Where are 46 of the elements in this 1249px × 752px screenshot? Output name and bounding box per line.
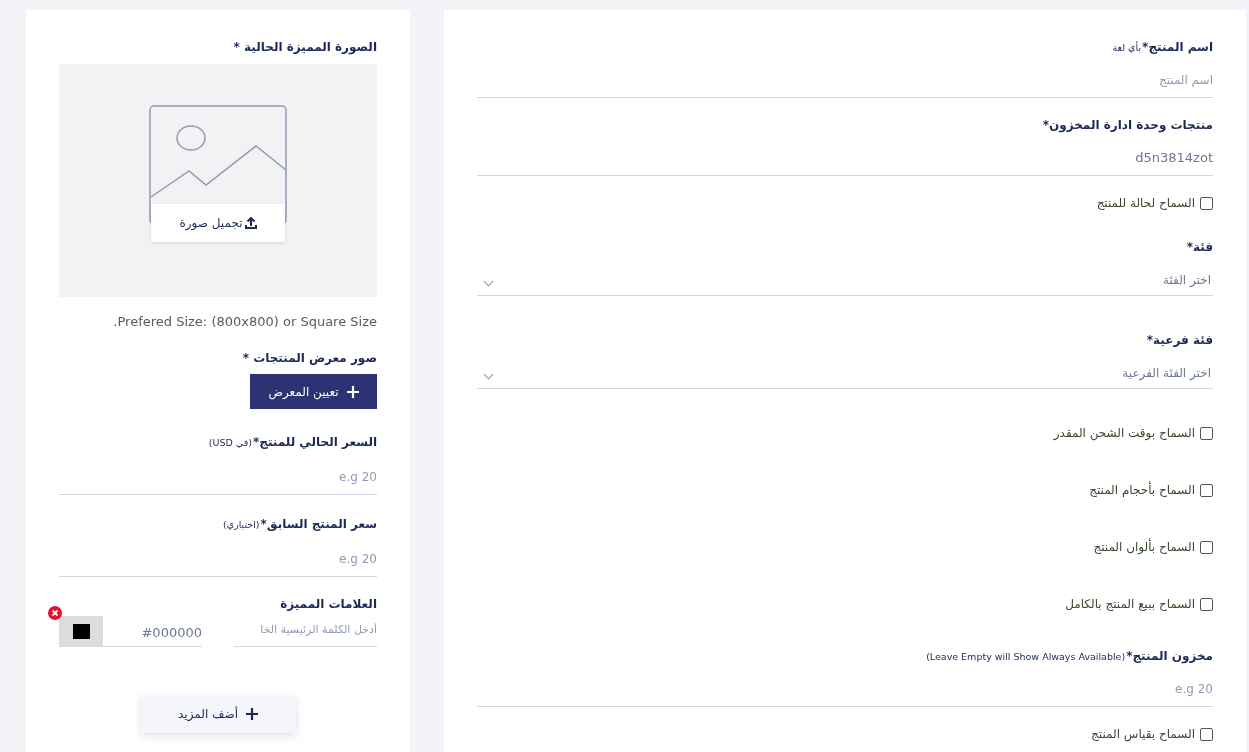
plus-icon (246, 708, 258, 720)
field-label: صور معرض المنتجات * (242, 351, 377, 365)
field-label: منتجات وحدة ادارة المخزون* (1042, 118, 1213, 132)
input-field[interactable]: d5n3814zot (477, 140, 1213, 176)
select-field[interactable]: اختر الفئة الفرعية (477, 355, 1213, 389)
input-field[interactable]: e.g 20 (59, 539, 377, 577)
field-label: فئة فرعية* (1146, 333, 1213, 347)
add-more-button[interactable]: أضف المزيد (140, 695, 296, 733)
field-label: الصورة المميزة الحالية * (233, 40, 377, 54)
field-label: مخزون المنتج* (1126, 649, 1213, 663)
checkbox-label: السماح بوقت الشحن المقدر (1053, 426, 1195, 440)
checkbox-label: السماح بألوان المنتج (1093, 540, 1195, 554)
field-label: العلامات المميزة (280, 597, 377, 611)
field-note: بأي لغة (1112, 42, 1142, 53)
field-label: فئة* (1186, 240, 1213, 254)
field-label: اسم المنتج* (1142, 40, 1213, 54)
chevron-down-icon (483, 373, 494, 380)
input-field[interactable]: e.g 20 (477, 671, 1213, 707)
color-picker[interactable] (59, 616, 103, 647)
checkbox-label: السماح بقياس المنتج (1091, 727, 1195, 741)
checkbox[interactable] (1200, 426, 1213, 440)
checkbox[interactable] (1200, 540, 1213, 554)
field-label: سعر المنتج السابق* (260, 517, 377, 531)
field-note: (Leave Empty will Show Always Available) (926, 651, 1126, 662)
field-label: السعر الحالي للمنتج* (253, 435, 377, 449)
checkbox-label: السماح بأحجام المنتج (1089, 483, 1195, 497)
checkbox[interactable] (1200, 727, 1213, 741)
checkbox-label: السماح لحالة للمنتج (1096, 196, 1195, 210)
input-field[interactable]: اسم المنتج (477, 62, 1213, 98)
remove-icon (48, 606, 62, 620)
upload-icon (244, 217, 257, 229)
checkbox-label: السماح ببيع المنتج بالكامل (1065, 597, 1195, 611)
select-field[interactable]: اختر الفئة (477, 262, 1213, 296)
set-gallery-button[interactable]: تعيين المعرض (250, 374, 377, 409)
image-dropzone[interactable]: تجميل صورة (59, 64, 377, 297)
field-note: (اختياري) (223, 519, 260, 530)
plus-icon (346, 385, 359, 398)
field-note: (في USD) (208, 437, 252, 448)
checkbox[interactable] (1200, 597, 1213, 611)
color-value-field[interactable]: #000000 (103, 616, 202, 647)
upload-button[interactable]: تجميل صورة (151, 204, 285, 242)
chevron-down-icon (483, 280, 494, 287)
size-hint: Prefered Size: (800x800) or Square Size. (112, 314, 377, 329)
checkbox[interactable] (1200, 196, 1213, 210)
checkbox[interactable] (1200, 483, 1213, 497)
input-field[interactable]: e.g 20 (59, 457, 377, 495)
